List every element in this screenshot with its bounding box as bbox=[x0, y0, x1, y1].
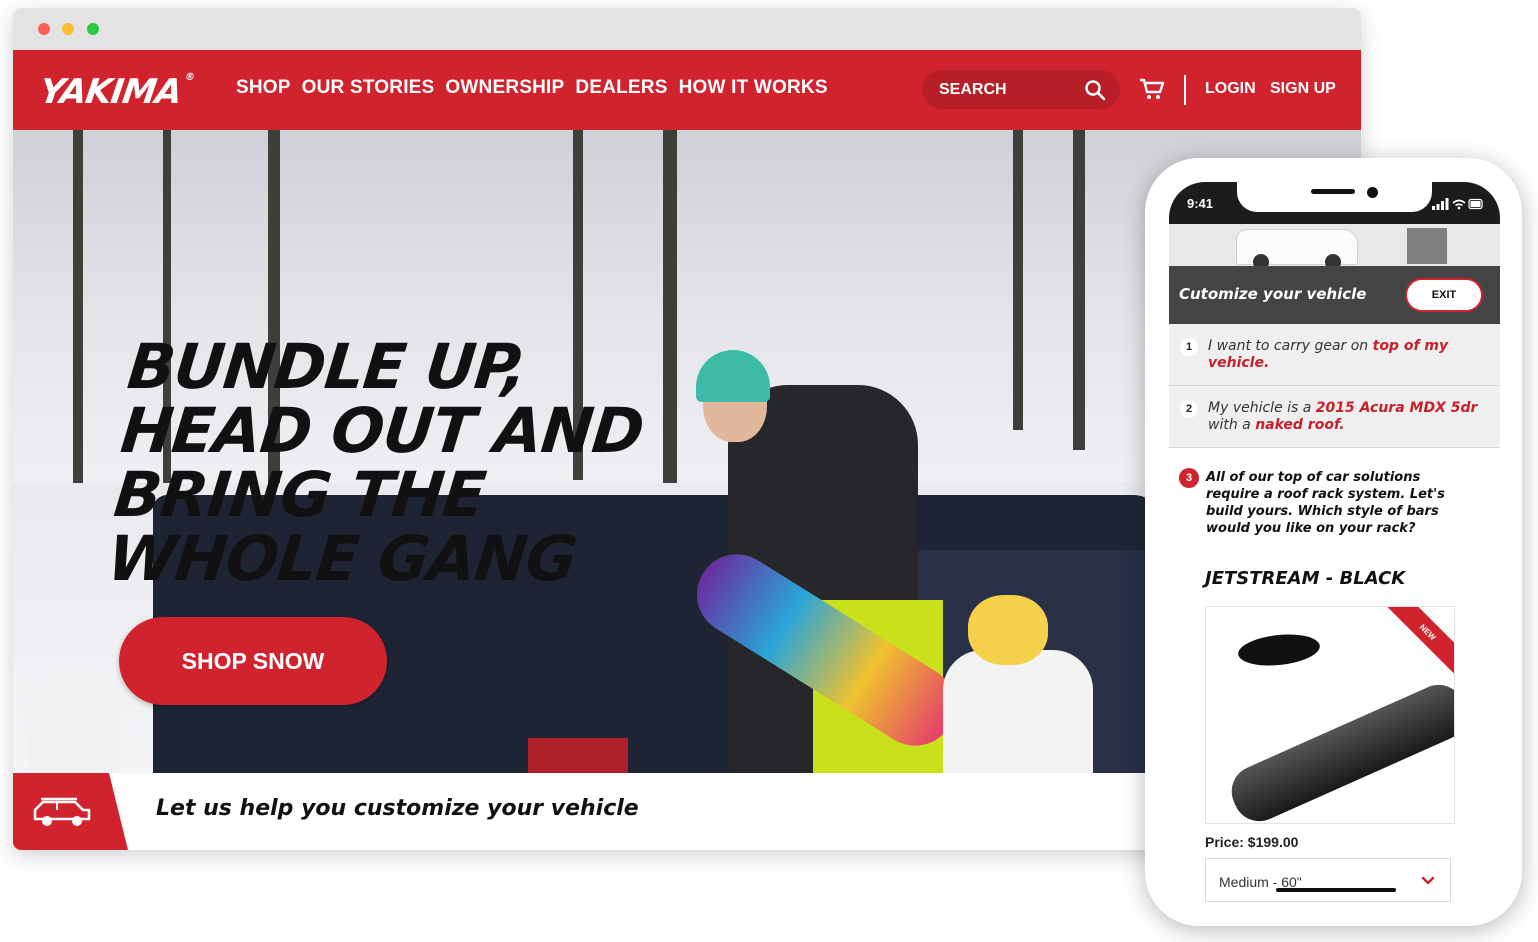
headline-line: BUNDLE UP, bbox=[124, 330, 530, 403]
customize-icon-tab bbox=[13, 773, 128, 850]
hero-photo-taillight bbox=[528, 738, 628, 773]
step-3-text: All of our top of car solutions require … bbox=[1206, 470, 1445, 536]
shop-snow-button[interactable]: SHOP SNOW bbox=[119, 617, 387, 705]
close-window-button[interactable] bbox=[38, 23, 50, 35]
site-header: YAKIMA® SHOP OUR STORIES OWNERSHIP DEALE… bbox=[13, 50, 1361, 130]
hero-photo-board bbox=[27, 665, 119, 773]
vehicle-rack bbox=[1407, 228, 1447, 264]
nav-how-it-works[interactable]: HOW IT WORKS bbox=[679, 77, 828, 99]
cart-icon[interactable] bbox=[1139, 77, 1165, 101]
step-1[interactable]: 1 I want to carry gear on top of my vehi… bbox=[1169, 324, 1500, 386]
vehicle-wheel bbox=[1325, 254, 1341, 266]
mobile-phone-frame: 9:41 Cutomize your vehicle EXIT 1 I want… bbox=[1145, 158, 1522, 926]
vehicle-preview-image bbox=[1169, 224, 1500, 266]
logo-text: YAKIMA bbox=[37, 72, 184, 112]
hero-photo-hat bbox=[696, 350, 770, 402]
size-select[interactable]: Medium - 60" bbox=[1205, 858, 1451, 902]
signal-wifi-battery-icon bbox=[1432, 198, 1483, 210]
step-text-plain: I want to carry gear on bbox=[1208, 338, 1373, 354]
customize-title: Cutomize your vehicle bbox=[1179, 285, 1367, 303]
headline-line: HEAD OUT AND bbox=[117, 394, 647, 467]
crossbar-image bbox=[1223, 676, 1454, 823]
vehicle-wheel bbox=[1253, 254, 1269, 266]
headline-line: WHOLE GANG bbox=[104, 522, 580, 595]
crossbar-profile-image bbox=[1236, 630, 1322, 670]
step-2[interactable]: 2 My vehicle is a 2015 Acura MDX 5dr wit… bbox=[1169, 386, 1500, 448]
step-text: My vehicle is a 2015 Acura MDX 5dr with … bbox=[1208, 400, 1488, 434]
maximize-window-button[interactable] bbox=[87, 23, 99, 35]
nav-dealers[interactable]: DEALERS bbox=[575, 77, 667, 99]
nav-our-stories[interactable]: OUR STORIES bbox=[302, 77, 435, 99]
product-card[interactable]: NEW bbox=[1205, 606, 1455, 824]
phone-notch bbox=[1237, 182, 1432, 212]
stage: YAKIMA® SHOP OUR STORIES OWNERSHIP DEALE… bbox=[0, 0, 1538, 942]
window-titlebar bbox=[13, 8, 1361, 50]
home-indicator[interactable] bbox=[1276, 888, 1396, 892]
step-3-number: 3 bbox=[1179, 468, 1199, 488]
exit-button[interactable]: EXIT bbox=[1405, 278, 1483, 312]
step-text-plain: My vehicle is a bbox=[1208, 400, 1316, 416]
main-nav: SHOP OUR STORIES OWNERSHIP DEALERS HOW I… bbox=[236, 77, 828, 99]
signup-link[interactable]: SIGN UP bbox=[1270, 80, 1336, 98]
hero-headline: BUNDLE UP, HEAD OUT AND BRING THE WHOLE … bbox=[104, 330, 692, 595]
nav-shop[interactable]: SHOP bbox=[236, 77, 291, 99]
customize-text: Let us help you customize your vehicle bbox=[156, 796, 639, 821]
search-icon[interactable] bbox=[1084, 79, 1106, 101]
step-text-highlight: 2015 Acura MDX 5dr bbox=[1315, 400, 1478, 416]
phone-camera bbox=[1367, 187, 1378, 198]
search-input[interactable]: SEARCH bbox=[922, 70, 1120, 109]
yakima-logo[interactable]: YAKIMA® bbox=[37, 72, 194, 112]
hero-photo-child-helmet bbox=[968, 595, 1048, 665]
minimize-window-button[interactable] bbox=[62, 23, 74, 35]
registered-mark: ® bbox=[184, 72, 195, 83]
chevron-down-icon[interactable] bbox=[1420, 873, 1436, 887]
login-link[interactable]: LOGIN bbox=[1205, 80, 1256, 98]
car-icon bbox=[33, 797, 91, 826]
customize-header: Cutomize your vehicle EXIT bbox=[1169, 266, 1500, 324]
step-number: 2 bbox=[1180, 400, 1198, 418]
nav-divider bbox=[1184, 75, 1186, 105]
status-time: 9:41 bbox=[1187, 196, 1214, 211]
step-text-highlight: naked roof. bbox=[1255, 417, 1345, 433]
hero-photo-tree bbox=[1073, 130, 1085, 450]
mobile-screen: 9:41 Cutomize your vehicle EXIT 1 I want… bbox=[1169, 182, 1500, 904]
search-placeholder: SEARCH bbox=[939, 81, 1007, 98]
product-title: JETSTREAM - BLACK bbox=[1205, 568, 1406, 589]
headline-line: BRING THE bbox=[110, 458, 489, 531]
step-number: 1 bbox=[1180, 338, 1198, 356]
nav-ownership[interactable]: OWNERSHIP bbox=[445, 77, 564, 99]
hero-photo-tree bbox=[1013, 130, 1023, 430]
step-text: I want to carry gear on top of my vehicl… bbox=[1208, 338, 1488, 372]
product-price: Price: $199.00 bbox=[1205, 834, 1299, 850]
new-badge: NEW bbox=[1384, 607, 1454, 676]
phone-speaker bbox=[1311, 189, 1355, 194]
hero-photo-child bbox=[943, 650, 1093, 773]
step-text-plain: with a bbox=[1208, 417, 1256, 433]
